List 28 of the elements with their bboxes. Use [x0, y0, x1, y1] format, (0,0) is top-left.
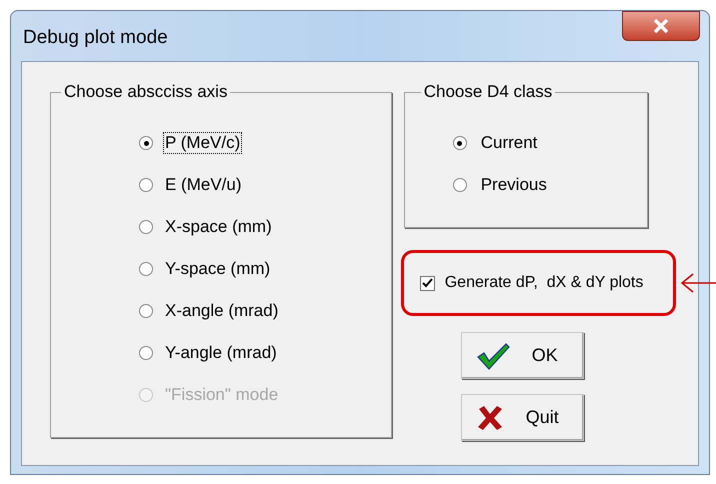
radio-button[interactable] — [139, 262, 153, 276]
radio-button[interactable] — [139, 220, 153, 234]
radio-button[interactable] — [139, 136, 153, 150]
window-title: Debug plot mode — [23, 26, 168, 50]
option-label: Previous — [480, 175, 547, 195]
radio-button[interactable] — [139, 304, 153, 318]
option-label: "Fission" mode — [164, 384, 280, 406]
checkbox-label: Generate dP, dX & dY plots — [444, 273, 644, 293]
annotation-arrow — [680, 272, 716, 294]
quit-button[interactable]: Quit — [460, 394, 584, 441]
checkbox[interactable] — [420, 276, 435, 290]
radio-button[interactable] — [452, 136, 467, 150]
checkmark-icon — [422, 278, 433, 288]
radio-button[interactable] — [139, 346, 153, 360]
option-label: Y-angle (mrad) — [164, 342, 278, 364]
option-label: Current — [480, 133, 538, 153]
radio-button[interactable] — [452, 178, 467, 192]
close-icon — [653, 19, 669, 33]
ok-button[interactable]: OK — [460, 332, 584, 379]
cross-icon — [476, 404, 504, 432]
option-label: P (MeV/c) — [163, 132, 242, 154]
option-label: E (MeV/u) — [164, 174, 243, 196]
close-button[interactable] — [622, 11, 700, 41]
option-label: X-angle (mrad) — [164, 300, 280, 322]
check-icon — [476, 342, 510, 370]
radio-button[interactable] — [139, 178, 153, 192]
option-label: X-space (mm) — [164, 216, 273, 238]
option-label: Y-space (mm) — [164, 258, 272, 280]
